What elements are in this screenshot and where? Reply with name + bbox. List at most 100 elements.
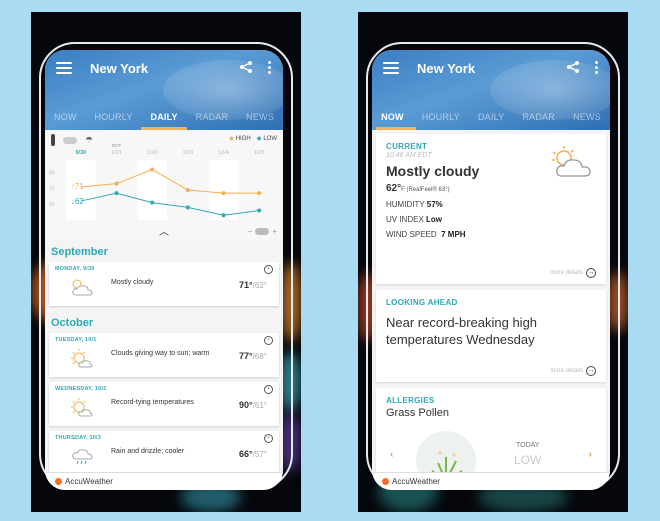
brand-name: AccuWeather bbox=[65, 477, 113, 486]
brand-name: AccuWeather bbox=[392, 477, 440, 486]
chevron-right-icon[interactable]: › bbox=[589, 449, 592, 460]
day-temps: 90°/61° bbox=[239, 400, 267, 410]
tab-hourly[interactable]: HOURLY bbox=[95, 112, 133, 122]
day-forecast-card[interactable]: THURSDAY, 10/3 Rain and drizzle; cooler … bbox=[49, 431, 279, 472]
day-temps: 71°/62° bbox=[239, 280, 267, 290]
grass-icon bbox=[416, 431, 476, 472]
day-high: 66° bbox=[239, 449, 253, 459]
high-point bbox=[257, 191, 262, 196]
current-low-label: ↓62 bbox=[71, 197, 84, 206]
y-tick-label: 80 bbox=[49, 171, 55, 177]
day-forecast-card[interactable]: WEDNESDAY, 10/2 Record-tying temperature… bbox=[49, 382, 279, 426]
more-options-icon[interactable] bbox=[595, 61, 598, 74]
zoom-control[interactable]: − + bbox=[248, 227, 277, 236]
allergies-label: ALLERGIES bbox=[386, 396, 435, 405]
day-description: Clouds giving way to sun; warm bbox=[111, 350, 210, 357]
menu-icon[interactable] bbox=[56, 62, 72, 74]
rain-icon bbox=[67, 445, 95, 467]
right-screen: New York NOW HOURLY DAILY RADAR NEWS CUR… bbox=[372, 50, 610, 490]
day-high: 71° bbox=[239, 280, 253, 290]
realfeel: F (RealFeel® 63°) bbox=[401, 187, 450, 193]
arrow-right-circle-icon: → bbox=[586, 268, 596, 278]
collapse-chevron-icon[interactable]: ︿ bbox=[159, 223, 169, 238]
tab-news[interactable]: NEWS bbox=[246, 112, 274, 122]
day-low: /57° bbox=[252, 450, 267, 459]
allergy-type: Grass Pollen bbox=[386, 407, 449, 419]
day-temps: 66°/57° bbox=[239, 449, 267, 459]
left-phone-wallpaper: New York NOW HOURLY DAILY RADAR NEWS ☂ ◆… bbox=[31, 12, 301, 512]
pollen-carousel: ‹ TODAY LOW › bbox=[386, 427, 596, 472]
day-forecast-card[interactable]: MONDAY, 9/30 Mostly cloudy 71°/62° › bbox=[49, 262, 279, 306]
wind-label: WIND SPEED bbox=[386, 230, 437, 239]
partly-cloudy-icon bbox=[552, 146, 591, 177]
humidity-label: HUMIDITY bbox=[386, 200, 425, 209]
current-conditions-card[interactable]: CURRENT 10:46 AM EDT Mostly cloudy 62°F … bbox=[376, 134, 606, 284]
more-details-link[interactable]: more details → bbox=[550, 366, 596, 376]
tab-radar[interactable]: RADAR bbox=[522, 112, 555, 122]
now-content: CURRENT 10:46 AM EDT Mostly cloudy 62°F … bbox=[372, 130, 610, 472]
chevron-right-circle-icon[interactable]: › bbox=[264, 385, 273, 394]
x-tick-label: 10/3 bbox=[182, 150, 193, 156]
chevron-right-circle-icon[interactable]: › bbox=[264, 265, 273, 274]
accuweather-logo-icon bbox=[55, 478, 62, 485]
low-point bbox=[257, 208, 262, 213]
tab-news[interactable]: NEWS bbox=[573, 112, 601, 122]
high-point bbox=[185, 188, 190, 192]
app-header: New York NOW HOURLY DAILY RADAR NEWS bbox=[45, 50, 283, 130]
right-phone-wallpaper: New York NOW HOURLY DAILY RADAR NEWS CUR… bbox=[358, 12, 628, 512]
arrow-right-circle-icon: → bbox=[586, 366, 596, 376]
accuweather-logo-icon bbox=[382, 478, 389, 485]
month-header: October bbox=[51, 317, 94, 329]
day-column-band bbox=[208, 160, 239, 220]
low-point bbox=[150, 200, 155, 205]
sun-cloud-icon bbox=[67, 347, 95, 369]
chevron-right-circle-icon[interactable]: › bbox=[264, 336, 273, 345]
high-point bbox=[150, 167, 155, 172]
day-temps: 77°/68° bbox=[239, 351, 267, 361]
tab-now[interactable]: NOW bbox=[54, 112, 77, 122]
uv-row: UV INDEX Low bbox=[386, 215, 596, 224]
chevron-left-icon[interactable]: ‹ bbox=[390, 449, 393, 460]
legend-low: LOW bbox=[257, 135, 277, 142]
day-description: Rain and drizzle; cooler bbox=[111, 448, 185, 455]
more-options-icon[interactable] bbox=[268, 61, 271, 74]
tab-bar: NOW HOURLY DAILY RADAR NEWS bbox=[372, 112, 610, 122]
legend-high: HIGH bbox=[229, 135, 251, 142]
daily-content: ☂ HIGH LOW 8070609/3010/110/210/310/410/… bbox=[45, 130, 283, 472]
day-date: MONDAY, 9/30 bbox=[55, 266, 95, 272]
more-details-text: more details bbox=[550, 270, 583, 276]
allergies-card[interactable]: ALLERGIES Grass Pollen ‹ TODAY LOW › bbox=[376, 388, 606, 472]
tab-now[interactable]: NOW bbox=[381, 112, 404, 122]
city-title: New York bbox=[90, 60, 149, 76]
partly-cloudy-icon bbox=[67, 276, 95, 298]
pollen-day: TODAY bbox=[516, 442, 540, 449]
day-low: /62° bbox=[252, 281, 267, 290]
pollen-level: LOW bbox=[514, 453, 542, 467]
tab-daily[interactable]: DAILY bbox=[478, 112, 504, 122]
high-point bbox=[114, 181, 119, 186]
day-description: Mostly cloudy bbox=[111, 279, 154, 286]
looking-ahead-card[interactable]: LOOKING AHEAD Near record-breaking high … bbox=[376, 290, 606, 382]
more-details-link[interactable]: more details → bbox=[550, 268, 596, 278]
footer-brand: AccuWeather bbox=[372, 472, 610, 490]
looking-ahead-label: LOOKING AHEAD bbox=[386, 298, 458, 307]
temperature-chart: 80 70 60 9/30 10/1 10/2 10/3 10/4 10/5 OCT ↑71 ↓62 bbox=[49, 144, 265, 220]
tab-daily[interactable]: DAILY bbox=[151, 112, 178, 122]
uv-label: UV INDEX bbox=[386, 215, 424, 224]
day-date: TUESDAY, 10/1 bbox=[55, 337, 97, 343]
share-icon[interactable] bbox=[239, 60, 253, 74]
day-forecast-card[interactable]: TUESDAY, 10/1 Clouds giving way to sun; … bbox=[49, 333, 279, 377]
graph-toggle[interactable] bbox=[63, 136, 77, 144]
left-screen: New York NOW HOURLY DAILY RADAR NEWS ☂ ◆… bbox=[45, 50, 283, 490]
share-icon[interactable] bbox=[566, 60, 580, 74]
chevron-right-circle-icon[interactable]: › bbox=[264, 434, 273, 443]
tab-radar[interactable]: RADAR bbox=[196, 112, 229, 122]
wind-value: 7 MPH bbox=[441, 230, 466, 239]
menu-icon[interactable] bbox=[383, 62, 399, 74]
x-tick-label: 9/30 bbox=[75, 150, 86, 156]
x-tick-label: 10/1 bbox=[111, 150, 122, 156]
uv-value: Low bbox=[426, 215, 443, 224]
humidity-value: 57% bbox=[426, 200, 443, 209]
humidity-row: HUMIDITY 57% bbox=[386, 200, 596, 209]
tab-hourly[interactable]: HOURLY bbox=[422, 112, 460, 122]
